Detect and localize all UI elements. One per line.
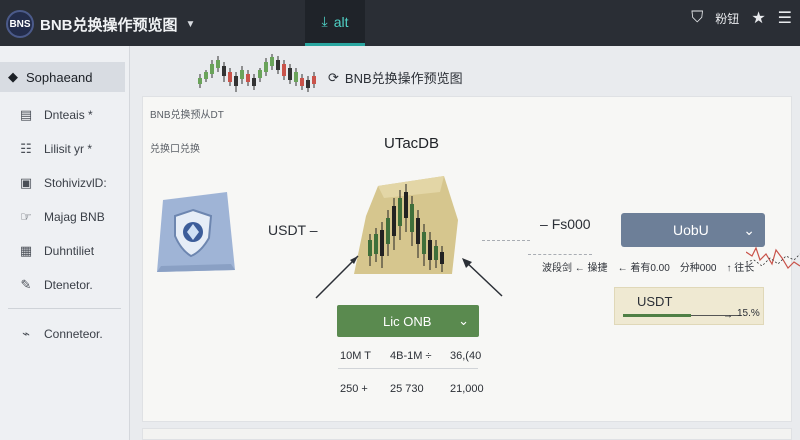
usdt-summary-card[interactable]: USDT → 15.% — [614, 287, 764, 325]
table-cell: 250 + — [340, 383, 368, 395]
progress-bar — [623, 314, 691, 317]
app-title: BNB兑换操作预览图 — [40, 16, 178, 34]
sidebar-item-detector[interactable]: ✎ Dtenetor. — [0, 268, 129, 302]
connector-line — [528, 254, 592, 255]
sidebar-item-label: Conneteor. — [44, 327, 103, 341]
sidebar-item-label: Lilisit yr * — [44, 142, 93, 156]
tab-label: alt — [333, 13, 349, 30]
table-cell: 36,(40 — [450, 350, 482, 362]
sidebar-item-label: StohivizvlD: — [44, 176, 107, 190]
table-cell: 25 730 — [390, 383, 424, 395]
table-cell: 10M T — [340, 350, 371, 362]
top-bar: BNS BNB兑换操作预览图 ▼ ⤓ alt ⛉ 粉钮 ★ ☰ — [0, 0, 800, 46]
diamond-icon: ◆ — [8, 69, 18, 84]
source-wallet-icon — [157, 192, 235, 272]
menu-icon[interactable]: ☰ — [778, 8, 792, 28]
panel-subtitle-2: 兑换口兑换 — [150, 144, 200, 155]
calendar-icon: ▦ — [19, 243, 33, 258]
sidebar-item-label: Majag BNB — [44, 210, 105, 224]
stat-item: ↑ 往长 — [726, 263, 755, 274]
top-right-controls: ⛉ 粉钮 ★ ☰ — [691, 8, 792, 28]
connect-icon: ⌁ — [22, 326, 30, 341]
sidebar-item-connector[interactable]: ⌁ Conneteor. — [0, 317, 129, 351]
stat-item: ← 着有0.00 — [617, 263, 670, 274]
table-row: 10M T 4B-1M ÷ 36,(40 — [340, 350, 500, 362]
doc-icon: ▤ — [19, 107, 33, 122]
sidebar-header-label: Sophaeand — [26, 69, 93, 85]
brand[interactable]: BNS BNB兑换操作预览图 ▼ — [6, 10, 195, 38]
page-title-text: BNB兑换操作预览图 — [344, 71, 463, 86]
tab-alt[interactable]: ⤓ alt — [305, 0, 365, 46]
list-icon: ☷ — [20, 141, 32, 156]
sidebar-divider — [8, 308, 121, 309]
top-right-label[interactable]: 粉钮 — [715, 10, 739, 27]
flow-arrows — [315, 255, 503, 299]
center-label: UTacDB — [384, 135, 440, 152]
swap-token-value: Lic ONB — [383, 313, 432, 329]
table-cell: 4B-1M ÷ — [390, 350, 432, 362]
sidebar-item-visual[interactable]: ▣ StohivizvlD: — [0, 166, 129, 200]
header-candle-chart — [198, 54, 316, 92]
sidebar-item-details[interactable]: ▤ Dnteais * — [0, 98, 129, 132]
usdt-card-label: USDT — [637, 294, 673, 309]
sidebar-item-list[interactable]: ☷ Lilisit yr * — [0, 132, 129, 166]
stat-item: 波段剑 ← 操捷 — [542, 263, 608, 274]
exchange-stats: 波段剑 ← 操捷 ← 着有0.00 分种000 ↑ 往长 — [542, 259, 754, 274]
usdt-card-percent: 15.% — [737, 308, 760, 319]
sidebar-header[interactable]: ◆ Sophaeand — [0, 62, 125, 92]
sidebar-item-label: Dnteais * — [44, 108, 93, 122]
source-token-label: USDT – — [268, 222, 318, 238]
table-row: 250 + 25 730 21,000 — [340, 383, 500, 395]
chevron-down-icon: ⌄ — [743, 221, 755, 238]
stat-item: 分种000 — [679, 263, 717, 274]
connector-line — [482, 240, 530, 241]
bottom-panel-edge — [142, 428, 792, 440]
arrow-line — [691, 315, 741, 316]
sidebar-item-label: Dtenetor. — [44, 278, 93, 292]
arrow-right-icon: → — [723, 310, 733, 321]
shield-icon[interactable]: ⛉ — [691, 9, 703, 27]
edit-icon: ✎ — [20, 277, 32, 292]
target-amount: – Fs000 — [540, 216, 591, 232]
swap-icon: ⤓ — [321, 13, 328, 29]
sidebar-item-manage-bnb[interactable]: ☞ Majag BNB — [0, 200, 129, 234]
sync-icon: ⟳ — [328, 69, 339, 85]
app-logo: BNS — [6, 10, 34, 38]
target-token-value: UobU — [673, 222, 709, 238]
sidebar-item-calendar[interactable]: ▦ Duhntiliet — [0, 234, 129, 268]
chevron-down-icon[interactable]: ▼ — [186, 19, 196, 30]
hand-icon: ☞ — [20, 209, 32, 224]
swap-token-select[interactable]: Lic ONB ⌄ — [337, 305, 479, 337]
sidebar: ◆ Sophaeand ▤ Dnteais * ☷ Lilisit yr * ▣… — [0, 46, 130, 440]
table-divider — [338, 368, 478, 369]
sidebar-item-label: Duhntiliet — [44, 244, 95, 258]
image-icon: ▣ — [19, 175, 33, 190]
panel-subtitle: BNB兑换预从DT — [150, 110, 224, 121]
table-cell: 21,000 — [450, 383, 484, 395]
page-title: ⟳ BNB兑换操作预览图 — [328, 68, 463, 87]
target-token-select[interactable]: UobU ⌄ — [621, 213, 765, 247]
star-icon[interactable]: ★ — [751, 8, 765, 28]
chevron-down-icon: ⌄ — [458, 313, 469, 328]
